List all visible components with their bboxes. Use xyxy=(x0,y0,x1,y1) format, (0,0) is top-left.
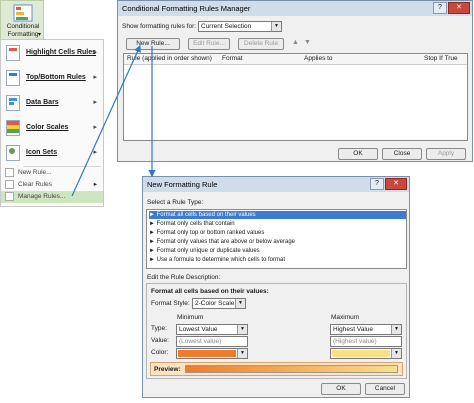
connector-arrows xyxy=(71,44,156,197)
arrow-to-manager xyxy=(71,44,141,197)
